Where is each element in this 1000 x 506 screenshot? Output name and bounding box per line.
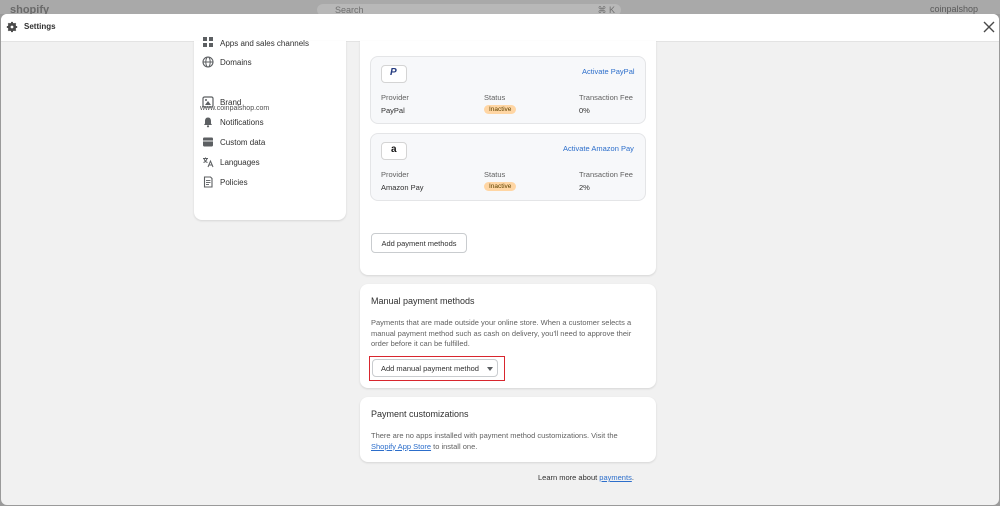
shopify-logo: shopify <box>10 4 50 14</box>
search-shortcut: ⌘ K <box>597 5 615 14</box>
apps-icon <box>203 37 213 47</box>
search-placeholder: Search <box>335 5 364 14</box>
modal-header: Settings <box>1 14 999 42</box>
payments-link[interactable]: payments <box>599 473 632 482</box>
transaction-fee: 2% <box>579 183 590 192</box>
customizations-text-before: There are no apps installed with payment… <box>371 431 618 440</box>
custom-data-icon <box>203 137 213 147</box>
paypal-logo-letter: P <box>390 67 397 78</box>
policy-icon <box>203 176 213 188</box>
brand-icon <box>202 96 214 108</box>
payment-customizations-card: Payment customizations There are no apps… <box>360 397 656 462</box>
modal-title: Settings <box>24 22 56 31</box>
bell-icon <box>204 117 212 128</box>
amazon-pay-provider: a Activate Amazon Pay Provider Status Tr… <box>370 133 646 201</box>
activate-paypal-link[interactable]: Activate PayPal <box>582 67 635 76</box>
payment-providers-card: P Activate PayPal Provider Status Transa… <box>360 41 656 275</box>
sidebar-item-policies[interactable]: Policies <box>202 174 342 192</box>
provider-name: Amazon Pay <box>381 183 424 192</box>
sidebar-item-label: Languages <box>220 158 260 167</box>
provider-name: PayPal <box>381 106 405 115</box>
sidebar-item-label: Notifications <box>220 118 264 127</box>
provider-header: Provider <box>381 93 409 102</box>
status-header: Status <box>484 170 506 179</box>
learn-more-footer: Learn more about payments. <box>538 473 634 482</box>
shopify-app-store-link[interactable]: Shopify App Store <box>371 442 431 451</box>
sidebar-item-languages[interactable]: Languages <box>202 154 342 172</box>
gear-icon <box>6 21 18 33</box>
fee-header: Transaction Fee <box>579 170 633 179</box>
sidebar-item-label: Domains <box>220 58 252 67</box>
learn-more-text: Learn more about <box>538 473 600 482</box>
close-icon[interactable] <box>982 20 996 34</box>
customizations-text-after: to install one. <box>431 441 478 451</box>
admin-search-bar[interactable]: Search ⌘ K <box>317 4 621 14</box>
sidebar-item-notifications[interactable]: Notifications <box>202 114 342 132</box>
manual-payment-description: Payments that are made outside your onli… <box>371 318 632 348</box>
sidebar-item-domains[interactable]: Domains <box>202 54 342 72</box>
fee-header: Transaction Fee <box>579 93 633 102</box>
transaction-fee: 0% <box>579 106 590 115</box>
learn-more-end: . <box>631 473 634 482</box>
settings-sidebar: Apps and sales channels Domains www.coin… <box>194 37 346 220</box>
amazon-logo: a <box>381 142 407 160</box>
manual-payment-title: Manual payment methods <box>371 296 475 306</box>
language-icon <box>203 157 214 168</box>
amazon-logo-letter: a <box>391 144 397 155</box>
status-badge: Inactive <box>484 105 517 114</box>
sidebar-item-label: Policies <box>220 178 248 187</box>
activate-amazon-pay-link[interactable]: Activate Amazon Pay <box>563 144 634 153</box>
payment-customizations-text: There are no apps installed with payment… <box>371 431 641 452</box>
sidebar-item-custom-data[interactable]: Custom data <box>202 134 342 152</box>
provider-header: Provider <box>381 170 409 179</box>
paypal-provider: P Activate PayPal Provider Status Transa… <box>370 56 646 124</box>
status-header: Status <box>484 93 506 102</box>
sidebar-item-label: Custom data <box>220 138 266 147</box>
status-badge: Inactive <box>484 182 517 191</box>
add-payment-methods-button[interactable]: Add payment methods <box>371 233 467 253</box>
admin-topbar: shopify Search ⌘ K coinpalshop Admin <box>0 0 1000 14</box>
paypal-logo: P <box>381 65 407 83</box>
highlight-box <box>369 356 505 381</box>
sidebar-item-brand[interactable]: Brand <box>202 94 342 112</box>
sidebar-item-label: Apps and sales channels <box>220 39 309 48</box>
user-name[interactable]: coinpalshop Admin <box>930 4 1000 14</box>
modal-content: Apps and sales channels Domains www.coin… <box>1 37 999 505</box>
settings-modal: Settings Apps and sales channels Domains… <box>1 14 999 505</box>
sidebar-item-label: Brand <box>220 98 242 107</box>
globe-icon <box>202 56 214 68</box>
payment-customizations-title: Payment customizations <box>371 409 469 419</box>
